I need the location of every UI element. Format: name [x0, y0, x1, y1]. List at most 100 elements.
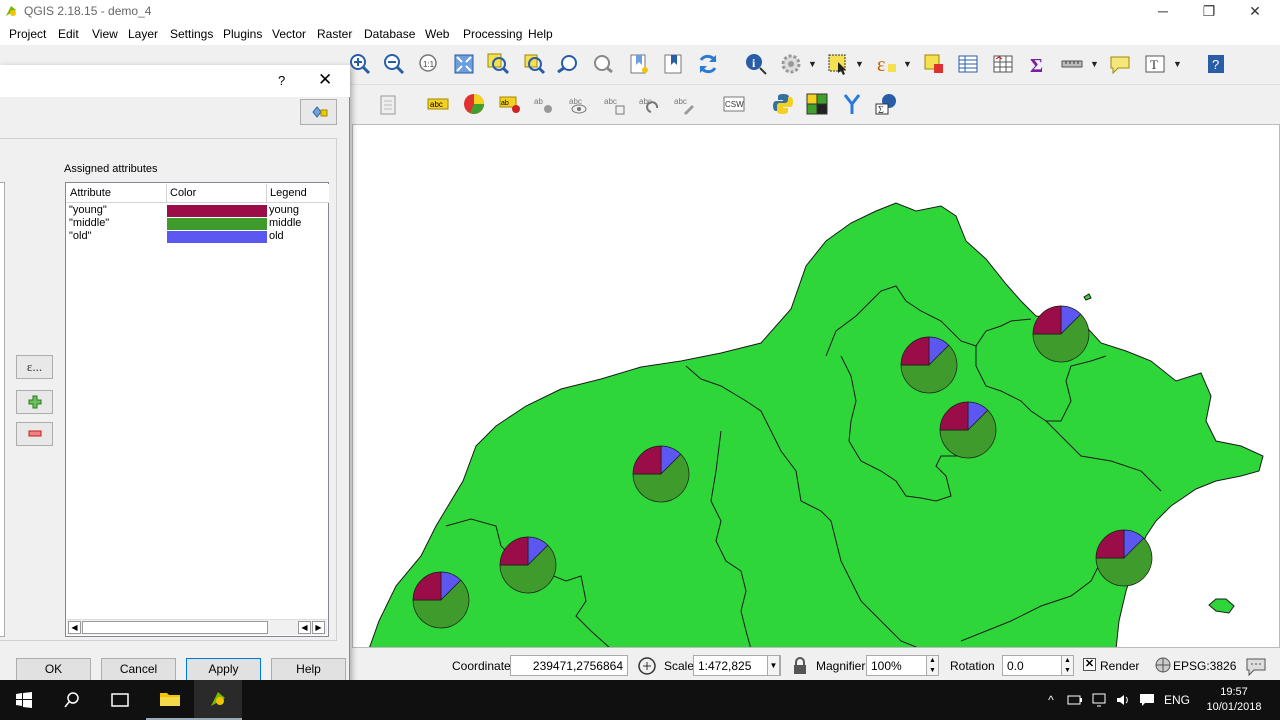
apply-button[interactable]: Apply	[186, 658, 261, 681]
grass-tools-icon[interactable]	[803, 90, 831, 118]
menu-help[interactable]: Help	[528, 27, 553, 41]
zoom-native-icon[interactable]: 1:1	[414, 50, 442, 78]
scroll-left-alt-icon[interactable]: ◀	[298, 621, 311, 634]
expression-dropdown-icon[interactable]: ▼	[903, 59, 913, 69]
lock-scale-icon[interactable]	[786, 652, 814, 680]
pin-label-icon[interactable]: ab	[530, 90, 558, 118]
available-attributes-list[interactable]	[0, 182, 5, 637]
menu-layer[interactable]: Layer	[128, 27, 158, 41]
zoom-next-icon[interactable]	[589, 50, 617, 78]
menu-project[interactable]: Project	[9, 27, 46, 41]
action-dropdown-icon[interactable]: ▼	[808, 59, 818, 69]
color-swatch[interactable]	[167, 218, 267, 230]
language-indicator[interactable]: ENG	[1160, 680, 1194, 720]
minimize-button[interactable]: ─	[1140, 0, 1186, 24]
power-icon[interactable]	[1064, 680, 1086, 720]
color-swatch[interactable]	[167, 231, 267, 243]
action-center-icon[interactable]	[1136, 680, 1158, 720]
select-features-icon[interactable]	[824, 50, 852, 78]
qgis-taskbar-button[interactable]	[194, 680, 242, 720]
search-button[interactable]	[48, 680, 96, 720]
volume-icon[interactable]	[1112, 680, 1134, 720]
show-hide-label-icon[interactable]: abc	[565, 90, 593, 118]
show-hidden-icons[interactable]: ^	[1042, 680, 1060, 720]
clock[interactable]: 19:57 10/01/2018	[1198, 680, 1270, 720]
start-button[interactable]	[0, 680, 48, 720]
scale-dropdown-icon[interactable]: ▼	[767, 655, 780, 676]
epsg-label[interactable]: EPSG:3826	[1173, 659, 1236, 673]
new-bookmark-icon[interactable]	[625, 50, 653, 78]
menu-raster[interactable]: Raster	[317, 27, 352, 41]
whats-this-icon[interactable]: ?	[1202, 50, 1230, 78]
measure-dropdown-icon[interactable]: ▼	[1090, 59, 1100, 69]
change-label-icon[interactable]: abc	[670, 90, 698, 118]
identify-icon[interactable]: i	[742, 50, 770, 78]
zoom-in-icon[interactable]	[346, 50, 374, 78]
zoom-last-icon[interactable]	[554, 50, 582, 78]
layer-diagram-icon[interactable]	[460, 90, 488, 118]
map-tips-icon[interactable]	[1106, 50, 1134, 78]
auto-size-button[interactable]	[300, 99, 337, 125]
dialog-help-button[interactable]: ?	[278, 73, 285, 88]
run-action-icon[interactable]	[777, 50, 805, 78]
rotation-spinner-icon[interactable]: ▲ ▼	[1061, 655, 1074, 676]
menu-edit[interactable]: Edit	[58, 27, 79, 41]
processing-modeler-icon[interactable]	[838, 90, 866, 118]
menu-database[interactable]: Database	[364, 27, 415, 41]
menu-web[interactable]: Web	[425, 27, 449, 41]
text-annotation-icon[interactable]: T	[1141, 50, 1169, 78]
column-header-legend[interactable]: Legend	[267, 184, 329, 203]
field-calculator-icon[interactable]	[989, 50, 1017, 78]
task-view-button[interactable]	[96, 680, 144, 720]
refresh-icon[interactable]	[694, 50, 722, 78]
csw-icon[interactable]: CSW	[720, 90, 748, 118]
python-console-icon[interactable]	[769, 90, 797, 118]
remove-attribute-button[interactable]	[16, 422, 53, 446]
statistics-icon[interactable]: Σ	[1024, 50, 1052, 78]
zoom-to-selection-icon[interactable]	[484, 50, 512, 78]
zoom-full-icon[interactable]	[450, 50, 478, 78]
expression-button[interactable]: ε...	[16, 355, 53, 379]
close-window-button[interactable]: ✕	[1232, 0, 1278, 24]
menu-settings[interactable]: Settings	[170, 27, 213, 41]
menu-plugins[interactable]: Plugins	[223, 27, 262, 41]
deselect-icon[interactable]	[920, 50, 948, 78]
rotate-label-icon[interactable]: abc	[635, 90, 663, 118]
coordinate-field[interactable]: 239471,2756864	[510, 655, 628, 676]
scroll-left-icon[interactable]: ◀	[68, 621, 81, 634]
assigned-attributes-table[interactable]: Attribute Color Legend "young" young "mi…	[65, 182, 329, 637]
move-label-icon[interactable]: abc	[600, 90, 628, 118]
column-header-color[interactable]: Color	[167, 184, 267, 203]
help-button[interactable]: Help	[271, 658, 346, 681]
menu-processing[interactable]: Processing	[463, 27, 522, 41]
show-bookmarks-icon[interactable]	[659, 50, 687, 78]
render-checkbox[interactable]: ✕	[1083, 658, 1096, 671]
messages-icon[interactable]	[1242, 652, 1270, 680]
scroll-right-icon[interactable]: ▶	[312, 621, 325, 634]
color-swatch[interactable]	[167, 205, 267, 217]
maximize-button[interactable]: ❐	[1186, 0, 1232, 24]
map-canvas[interactable]	[352, 124, 1280, 648]
network-icon[interactable]	[1088, 680, 1110, 720]
highlight-pinned-labels-icon[interactable]: ab	[496, 90, 524, 118]
ok-button[interactable]: OK	[16, 658, 91, 681]
toggle-extents-icon[interactable]	[633, 652, 661, 680]
dialog-close-button[interactable]: ✕	[318, 70, 332, 90]
horizontal-scrollbar[interactable]: ◀ ◀ ▶	[67, 619, 327, 635]
cancel-button[interactable]: Cancel	[101, 658, 176, 681]
zoom-to-layer-icon[interactable]	[520, 50, 548, 78]
processing-toolbox-icon[interactable]: Σ	[872, 90, 900, 118]
annotation-dropdown-icon[interactable]: ▼	[1173, 59, 1183, 69]
layer-labeling-icon[interactable]: abc	[424, 90, 452, 118]
measure-icon[interactable]	[1058, 50, 1086, 78]
scroll-thumb[interactable]	[82, 621, 268, 634]
add-attribute-button[interactable]	[16, 390, 53, 414]
menu-vector[interactable]: Vector	[272, 27, 306, 41]
menu-view[interactable]: View	[92, 27, 118, 41]
zoom-out-icon[interactable]	[380, 50, 408, 78]
column-header-attribute[interactable]: Attribute	[67, 184, 167, 203]
file-explorer-button[interactable]	[146, 680, 194, 720]
attribute-table-icon[interactable]	[954, 50, 982, 78]
magnifier-spinner-icon[interactable]: ▲ ▼	[926, 655, 939, 676]
paste-icon[interactable]	[374, 90, 402, 118]
